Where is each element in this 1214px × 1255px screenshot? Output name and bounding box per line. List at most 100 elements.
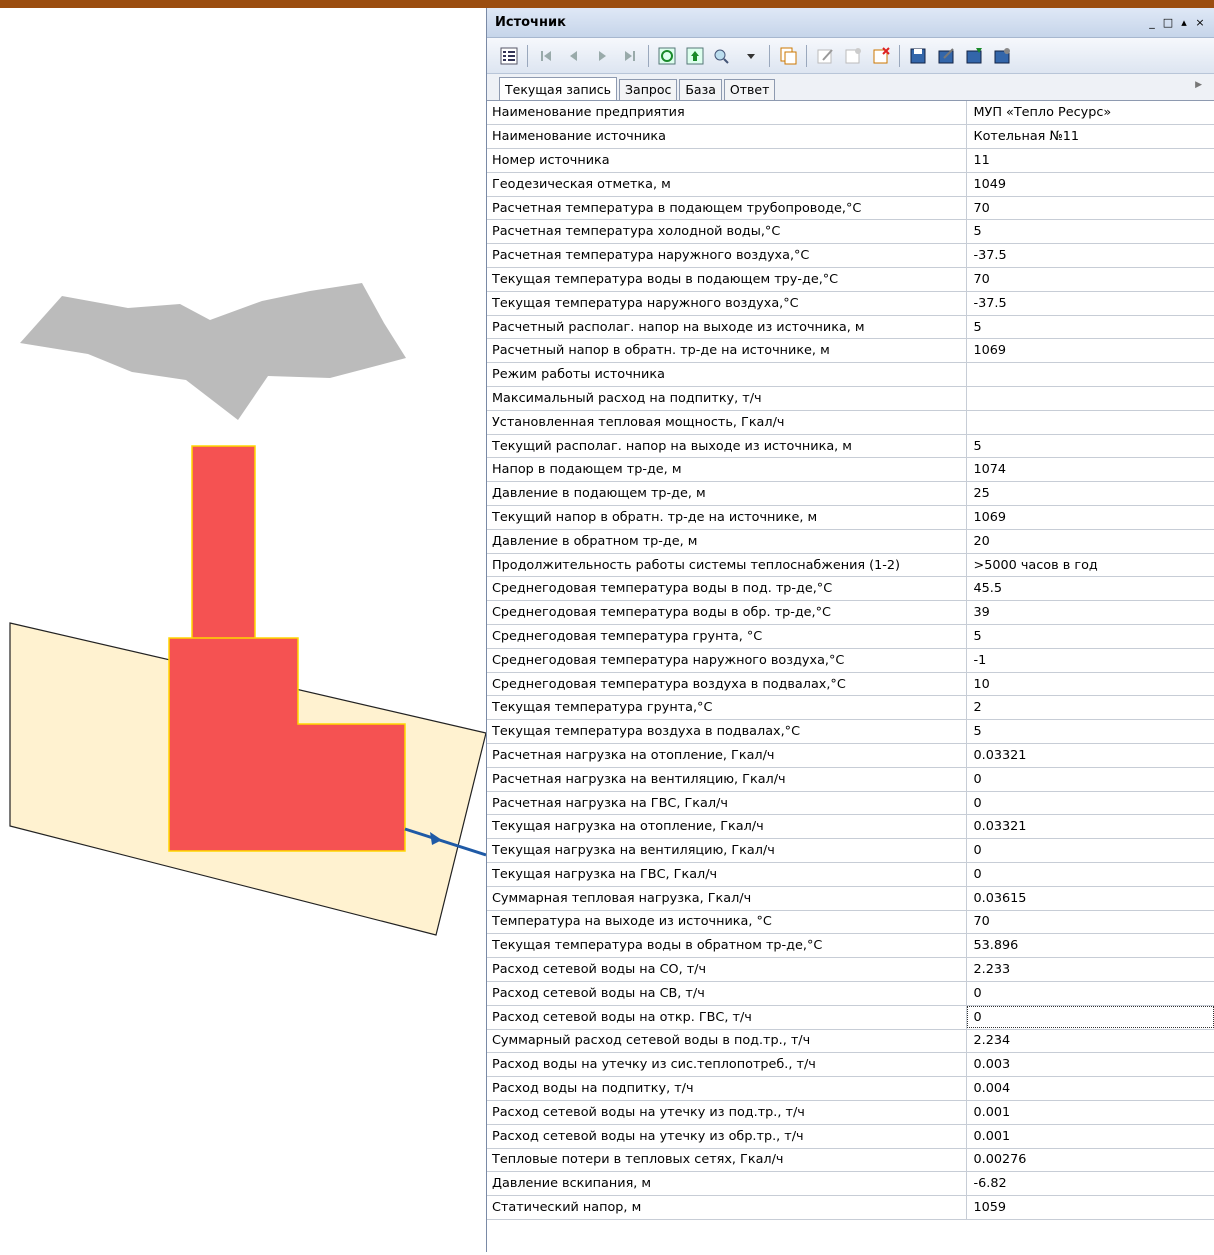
property-value[interactable]: 0 xyxy=(966,981,1214,1006)
minimize-button[interactable]: _ xyxy=(1146,16,1158,29)
boiler-house[interactable] xyxy=(168,637,406,852)
property-value[interactable]: 0 xyxy=(966,791,1214,816)
property-row[interactable]: Среднегодовая температура воды в обр. тр… xyxy=(487,600,1214,626)
property-value[interactable] xyxy=(966,386,1214,411)
property-value[interactable]: 53.896 xyxy=(966,933,1214,959)
property-row[interactable]: Расчетная нагрузка на вентиляцию, Гкал/ч… xyxy=(487,767,1214,792)
property-value[interactable]: >5000 часов в год xyxy=(966,553,1214,578)
property-row[interactable]: Статический напор, м 1059 xyxy=(487,1195,1214,1220)
edit-icon[interactable] xyxy=(813,44,837,68)
property-value[interactable]: 45.5 xyxy=(966,576,1214,602)
property-value[interactable]: 0.03615 xyxy=(966,886,1214,911)
property-row[interactable]: Расход воды на подпитку, т/ч 0.004 xyxy=(487,1076,1214,1101)
property-row[interactable]: Расчетная нагрузка на отопление, Гкал/ч 0… xyxy=(487,743,1214,768)
export-icon[interactable] xyxy=(934,44,958,68)
property-value[interactable]: 0.00276 xyxy=(966,1148,1214,1173)
property-row[interactable]: Текущая нагрузка на вентиляцию, Гкал/ч 0 xyxy=(487,838,1214,863)
property-value[interactable]: 70 xyxy=(966,267,1214,292)
update-icon[interactable] xyxy=(683,44,707,68)
property-value[interactable]: 0.001 xyxy=(966,1100,1214,1125)
property-row[interactable]: Расход воды на утечку из сис.теплопотреб… xyxy=(487,1052,1214,1078)
property-row[interactable]: Текущая нагрузка на ГВС, Гкал/ч 0 xyxy=(487,862,1214,887)
tab-scroll-right-icon[interactable]: ▶ xyxy=(1195,80,1202,90)
property-value[interactable]: 2.234 xyxy=(966,1029,1214,1054)
property-value[interactable]: 5 xyxy=(966,315,1214,340)
property-row[interactable]: Температура на выходе из источника, °С 70 xyxy=(487,910,1214,935)
property-row[interactable]: Текущая температура воды в обратном тр-д… xyxy=(487,933,1214,959)
grid-menu-icon[interactable] xyxy=(497,44,521,68)
property-row[interactable]: Расход сетевой воды на утечку из под.тр.… xyxy=(487,1100,1214,1125)
property-row[interactable]: Наименование источника Котельная №11 xyxy=(487,124,1214,150)
property-value[interactable]: 39 xyxy=(966,600,1214,626)
property-value[interactable]: 5 xyxy=(966,434,1214,459)
property-value[interactable]: 0 xyxy=(966,767,1214,792)
property-value[interactable]: -37.5 xyxy=(966,291,1214,316)
property-row[interactable]: Установленная тепловая мощность, Гкал/ч xyxy=(487,410,1214,435)
refresh-icon[interactable] xyxy=(655,44,679,68)
property-row[interactable]: Расчетная нагрузка на ГВС, Гкал/ч 0 xyxy=(487,791,1214,816)
property-row[interactable]: Текущий напор в обратн. тр-де на источни… xyxy=(487,505,1214,530)
property-row[interactable]: Текущая температура воды в подающем тру-… xyxy=(487,267,1214,292)
property-value[interactable]: -1 xyxy=(966,648,1214,673)
property-value[interactable]: 5 xyxy=(966,219,1214,245)
property-row[interactable]: Расчетный напор в обратн. тр-де на источ… xyxy=(487,338,1214,364)
first-record-icon[interactable] xyxy=(534,44,558,68)
property-row[interactable]: Расход сетевой воды на откр. ГВС, т/ч 0 xyxy=(487,1005,1214,1030)
collapse-button[interactable]: ▴ xyxy=(1178,16,1190,29)
property-row[interactable]: Давление в обратном тр-де, м 20 xyxy=(487,529,1214,554)
property-value[interactable] xyxy=(966,362,1214,388)
property-row[interactable]: Наименование предприятия МУП «Тепло Ресур… xyxy=(487,101,1214,126)
property-row[interactable]: Расход сетевой воды на утечку из обр.тр.… xyxy=(487,1124,1214,1149)
property-row[interactable]: Текущая нагрузка на отопление, Гкал/ч 0.0… xyxy=(487,814,1214,840)
property-value[interactable]: 0 xyxy=(966,1005,1214,1030)
property-value[interactable]: 0.001 xyxy=(966,1124,1214,1149)
property-value[interactable]: 0 xyxy=(966,862,1214,887)
property-value[interactable]: 20 xyxy=(966,529,1214,554)
property-row[interactable]: Расчетная температура холодной воды,°С 5 xyxy=(487,219,1214,245)
close-button[interactable]: × xyxy=(1194,16,1206,29)
property-value[interactable]: 11 xyxy=(966,148,1214,173)
property-value[interactable] xyxy=(966,410,1214,435)
property-row[interactable]: Расход сетевой воды на СВ, т/ч 0 xyxy=(487,981,1214,1006)
property-row[interactable]: Суммарная тепловая нагрузка, Гкал/ч 0.036… xyxy=(487,886,1214,911)
property-value[interactable]: 1049 xyxy=(966,172,1214,197)
property-row[interactable]: Текущая температура наружного воздуха,°С… xyxy=(487,291,1214,316)
map-canvas[interactable] xyxy=(0,8,487,1252)
property-row[interactable]: Тепловые потери в тепловых сетях, Гкал/ч… xyxy=(487,1148,1214,1173)
property-row[interactable]: Текущий располаг. напор на выходе из ист… xyxy=(487,434,1214,459)
settings-icon[interactable] xyxy=(990,44,1014,68)
property-value[interactable]: 1074 xyxy=(966,457,1214,483)
property-value[interactable]: 1059 xyxy=(966,1195,1214,1220)
property-row[interactable]: Расход сетевой воды на СО, т/ч 2.233 xyxy=(487,957,1214,982)
tab-response[interactable]: Ответ xyxy=(723,79,776,100)
property-row[interactable]: Среднегодовая температура наружного возд… xyxy=(487,648,1214,673)
property-row[interactable]: Давление в подающем тр-де, м 25 xyxy=(487,481,1214,507)
import-icon[interactable] xyxy=(962,44,986,68)
property-row[interactable]: Давление вскипания, м -6.82 xyxy=(487,1171,1214,1197)
save-icon[interactable] xyxy=(906,44,930,68)
property-row[interactable]: Расчетная температура наружного воздуха,… xyxy=(487,243,1214,269)
last-record-icon[interactable] xyxy=(618,44,642,68)
tab-query[interactable]: Запрос xyxy=(619,79,678,100)
property-value[interactable]: Котельная №11 xyxy=(966,124,1214,150)
prev-record-icon[interactable] xyxy=(562,44,586,68)
property-value[interactable]: 70 xyxy=(966,196,1214,221)
property-row[interactable]: Максимальный расход на подпитку, т/ч xyxy=(487,386,1214,411)
find-dropdown-icon[interactable] xyxy=(739,44,763,68)
property-value[interactable]: 1069 xyxy=(966,505,1214,530)
property-value[interactable]: -37.5 xyxy=(966,243,1214,269)
property-row[interactable]: Номер источника 11 xyxy=(487,148,1214,173)
next-record-icon[interactable] xyxy=(590,44,614,68)
property-row[interactable]: Среднегодовая температура грунта, °С 5 xyxy=(487,624,1214,649)
property-value[interactable]: 0.003 xyxy=(966,1052,1214,1078)
copy-icon[interactable] xyxy=(776,44,800,68)
property-value[interactable]: 0.03321 xyxy=(966,743,1214,768)
property-row[interactable]: Суммарный расход сетевой воды в под.тр.,… xyxy=(487,1029,1214,1054)
property-row[interactable]: Расчетная температура в подающем трубопр… xyxy=(487,196,1214,221)
property-value[interactable]: 0 xyxy=(966,838,1214,863)
tab-current-record[interactable]: Текущая запись xyxy=(499,77,618,100)
property-row[interactable]: Текущая температура грунта,°С 2 xyxy=(487,695,1214,721)
property-value[interactable]: 10 xyxy=(966,672,1214,697)
property-value[interactable]: 2 xyxy=(966,695,1214,721)
property-row[interactable]: Продолжительность работы системы теплосн… xyxy=(487,553,1214,578)
